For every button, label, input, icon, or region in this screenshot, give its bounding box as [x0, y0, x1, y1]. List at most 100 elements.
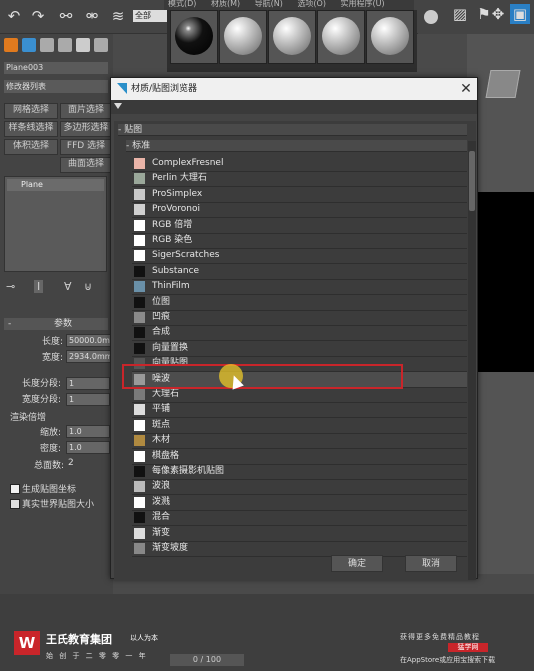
modifier-list-dropdown[interactable]: 修改器列表 [4, 80, 108, 93]
group-maps[interactable]: - 贴图 [118, 124, 467, 136]
material-slot-5[interactable] [366, 10, 414, 64]
scale-field[interactable]: 1.0 [66, 425, 110, 438]
map-swatch-icon [134, 496, 145, 508]
patch-select-button[interactable]: 面片选择 [60, 103, 112, 119]
params-header: 参数 [54, 319, 73, 329]
list-item[interactable]: 波浪 [132, 479, 467, 496]
list-item[interactable]: Substance [132, 264, 467, 280]
list-item[interactable]: 斑点 [132, 418, 467, 434]
dialog-titlebar[interactable]: 材质/贴图浏览器 ✕ [111, 78, 477, 100]
group-standard[interactable]: - 标准 [126, 140, 467, 152]
stack-item-plane[interactable]: Plane [7, 179, 104, 191]
list-item[interactable]: ComplexFresnel [132, 156, 467, 172]
selection-filter-dropdown[interactable]: 全部 [133, 10, 167, 22]
menu-options[interactable]: 选项(O) [297, 0, 326, 8]
display-tab-icon[interactable] [76, 38, 90, 52]
link-icon[interactable]: ⚯ [56, 6, 76, 26]
list-item-label: 棋盘格 [152, 450, 180, 461]
list-item[interactable]: 向量置换 [132, 341, 467, 357]
bind-space-warp-icon[interactable]: ≋ [108, 6, 128, 26]
object-name-field[interactable]: Plane003 [4, 62, 108, 74]
list-item[interactable]: 合成 [132, 325, 467, 342]
density-field[interactable]: 1.0 [66, 441, 110, 454]
real-world-checkbox[interactable] [10, 499, 20, 509]
pin-stack-icon[interactable]: ⊸ [6, 280, 15, 293]
redo-icon[interactable]: ↷ [28, 6, 48, 26]
list-item-label: ComplexFresnel [152, 158, 224, 168]
mesh-select-button[interactable]: 网格选择 [4, 103, 58, 119]
material-map-browser-dialog: 材质/贴图浏览器 ✕ - 贴图 - 标准 ComplexFresnel Perli… [110, 77, 478, 580]
list-item[interactable]: 棋盘格 [132, 449, 467, 465]
list-item-label: 向量置换 [152, 342, 189, 353]
material-slot-3[interactable] [268, 10, 316, 64]
parameters-rollout[interactable]: - 参数 [4, 318, 108, 330]
menu-utilities[interactable]: 实用程序(U) [341, 0, 385, 8]
list-item[interactable]: 泼溅 [132, 495, 467, 511]
move-icon[interactable]: ✥ [488, 4, 508, 24]
poly-select-button[interactable]: 多边形选择 [60, 121, 112, 137]
remove-modifier-icon[interactable]: ⊍ [84, 280, 92, 293]
utilities-tab-icon[interactable] [94, 38, 108, 52]
unlink-icon[interactable]: ⚮ [82, 6, 102, 26]
menu-material[interactable]: 材质(M) [211, 0, 240, 8]
list-item[interactable]: RGB 染色 [132, 233, 467, 249]
viewcube-icon[interactable] [485, 70, 521, 98]
render-frame-icon[interactable]: ▨ [450, 4, 470, 24]
menu-modes[interactable]: 模式(D) [168, 0, 196, 8]
maximize-viewport-icon[interactable]: ▣ [510, 4, 530, 24]
width-segs-field[interactable]: 1 [66, 393, 110, 406]
width-field[interactable]: 2934.0mm [66, 350, 113, 363]
list-item-label: 大理石 [152, 389, 180, 399]
list-item[interactable]: ProVoronoi [132, 202, 467, 219]
scrollbar-thumb[interactable] [469, 151, 475, 211]
time-slider[interactable]: 0 / 100 [170, 654, 244, 666]
list-scrollbar[interactable] [468, 141, 476, 580]
search-by-name-bar[interactable] [111, 100, 477, 114]
spline-select-button[interactable]: 样条线选择 [4, 121, 58, 137]
list-item[interactable]: 凹痕 [132, 310, 467, 326]
density-label: 密度: [40, 444, 62, 454]
hierarchy-tab-icon[interactable] [40, 38, 54, 52]
list-item[interactable]: RGB 倍增 [132, 218, 467, 234]
surface-select-button[interactable]: 曲面选择 [60, 157, 112, 173]
list-item[interactable]: SigerScratches [132, 248, 467, 265]
cancel-button[interactable]: 取消 [405, 555, 457, 572]
motion-tab-icon[interactable] [58, 38, 72, 52]
map-swatch-icon [134, 281, 145, 293]
undo-icon[interactable]: ↶ [4, 6, 24, 26]
material-slot-1[interactable] [170, 10, 218, 64]
material-slot-2[interactable] [219, 10, 267, 64]
options-dropdown-icon[interactable] [114, 103, 122, 109]
list-item-label: ProSimplex [152, 188, 203, 199]
list-item-label: 渐变坡度 [152, 543, 189, 553]
list-item[interactable]: 平铺 [132, 402, 467, 419]
list-item[interactable]: Perlin 大理石 [132, 171, 467, 188]
render-mult-header: 渲染倍增 [10, 413, 47, 423]
sample-type-icon[interactable] [424, 10, 438, 24]
ffd-select-button[interactable]: FFD 选择 [60, 139, 112, 155]
menu-navigation[interactable]: 导航(N) [255, 0, 283, 8]
sample-sphere [371, 17, 409, 55]
length-field[interactable]: 50000.0m [66, 334, 112, 347]
list-item[interactable]: 大理石 [132, 387, 467, 403]
map-swatch-icon [134, 158, 145, 169]
material-slot-4[interactable] [317, 10, 365, 64]
list-item[interactable]: 渐变 [132, 526, 467, 542]
volume-select-button[interactable]: 体积选择 [4, 139, 58, 155]
length-segs-field[interactable]: 1 [66, 377, 110, 390]
map-swatch-icon [134, 466, 145, 477]
list-item[interactable]: 每像素摄影机贴图 [132, 464, 467, 480]
gen-mapping-checkbox[interactable] [10, 484, 20, 494]
ok-button[interactable]: 确定 [331, 555, 383, 572]
list-item-label: ProVoronoi [152, 204, 200, 215]
close-icon[interactable]: ✕ [457, 78, 475, 100]
show-end-result-icon[interactable]: Ⅰ [34, 280, 44, 293]
make-unique-icon[interactable]: ∀ [64, 280, 72, 293]
modify-tab-icon[interactable] [22, 38, 36, 52]
list-item[interactable]: 混合 [132, 510, 467, 527]
create-tab-icon[interactable] [4, 38, 18, 52]
list-item[interactable]: ProSimplex [132, 187, 467, 203]
list-item[interactable]: ThinFilm [132, 279, 467, 296]
list-item[interactable]: 木材 [132, 433, 467, 450]
list-item[interactable]: 位图 [132, 295, 467, 311]
